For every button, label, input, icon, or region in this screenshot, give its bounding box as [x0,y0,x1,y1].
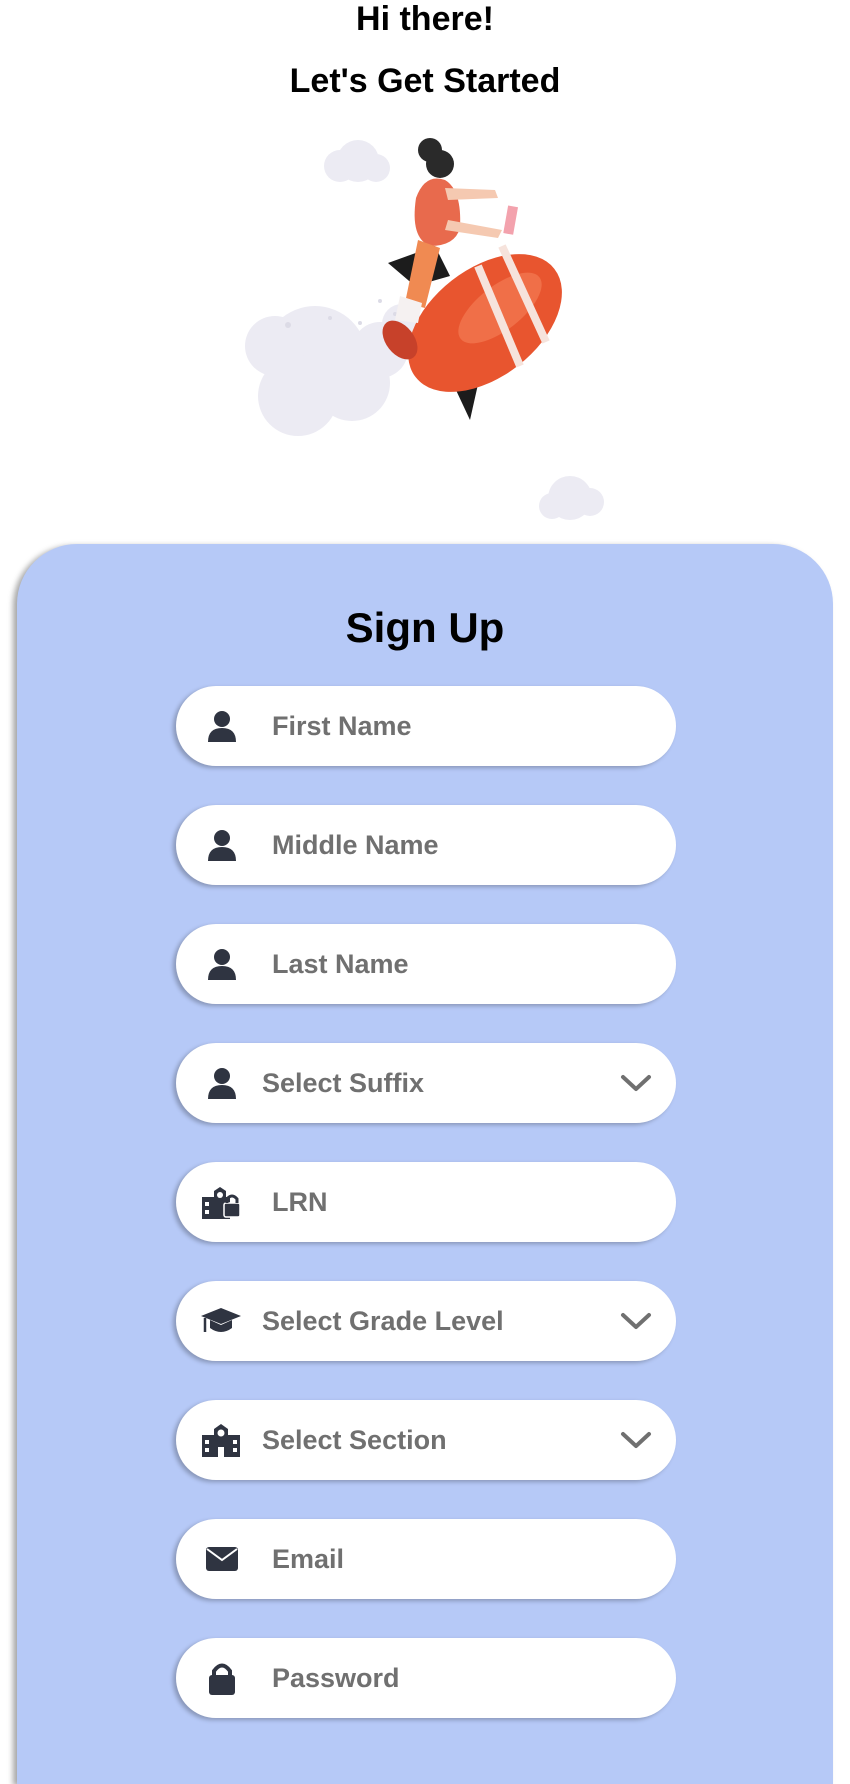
password-placeholder: Password [272,1663,400,1693]
rocket-rider-illustration [245,138,604,520]
suffix-select-value: Select Suffix [262,1068,425,1098]
last-name-input[interactable]: Last Name [176,924,676,1004]
greeting-heading: Hi there! [356,0,494,38]
lrn-input[interactable]: LRN [176,1162,676,1242]
graduation-cap-icon [200,1303,242,1339]
suffix-select[interactable]: Select Suffix [176,1043,676,1123]
section-select-value: Select Section [262,1425,447,1455]
lrn-placeholder: LRN [272,1187,328,1217]
section-select[interactable]: Select Section [176,1400,676,1480]
middle-name-input[interactable]: Middle Name [176,805,676,885]
envelope-icon [204,1541,240,1577]
user-icon [204,827,240,863]
signup-title: Sign Up [345,604,505,651]
last-name-placeholder: Last Name [272,949,409,979]
first-name-input[interactable]: First Name [176,686,676,766]
email-input[interactable]: Email [176,1519,676,1599]
user-icon [204,946,240,982]
chevron-down-icon [621,1313,651,1329]
grade-level-select-value: Select Grade Level [262,1306,504,1336]
school-lock-icon [200,1184,242,1220]
middle-name-placeholder: Middle Name [272,830,439,860]
user-icon [204,1065,240,1101]
email-placeholder: Email [272,1544,345,1574]
password-input[interactable]: Password [176,1638,676,1718]
lock-icon [204,1660,240,1696]
chevron-down-icon [621,1075,651,1091]
grade-level-select[interactable]: Select Grade Level [176,1281,676,1361]
school-icon [200,1422,242,1458]
first-name-placeholder: First Name [272,711,412,741]
user-icon [204,708,240,744]
chevron-down-icon [621,1432,651,1448]
subtitle-heading: Let's Get Started [289,62,561,100]
